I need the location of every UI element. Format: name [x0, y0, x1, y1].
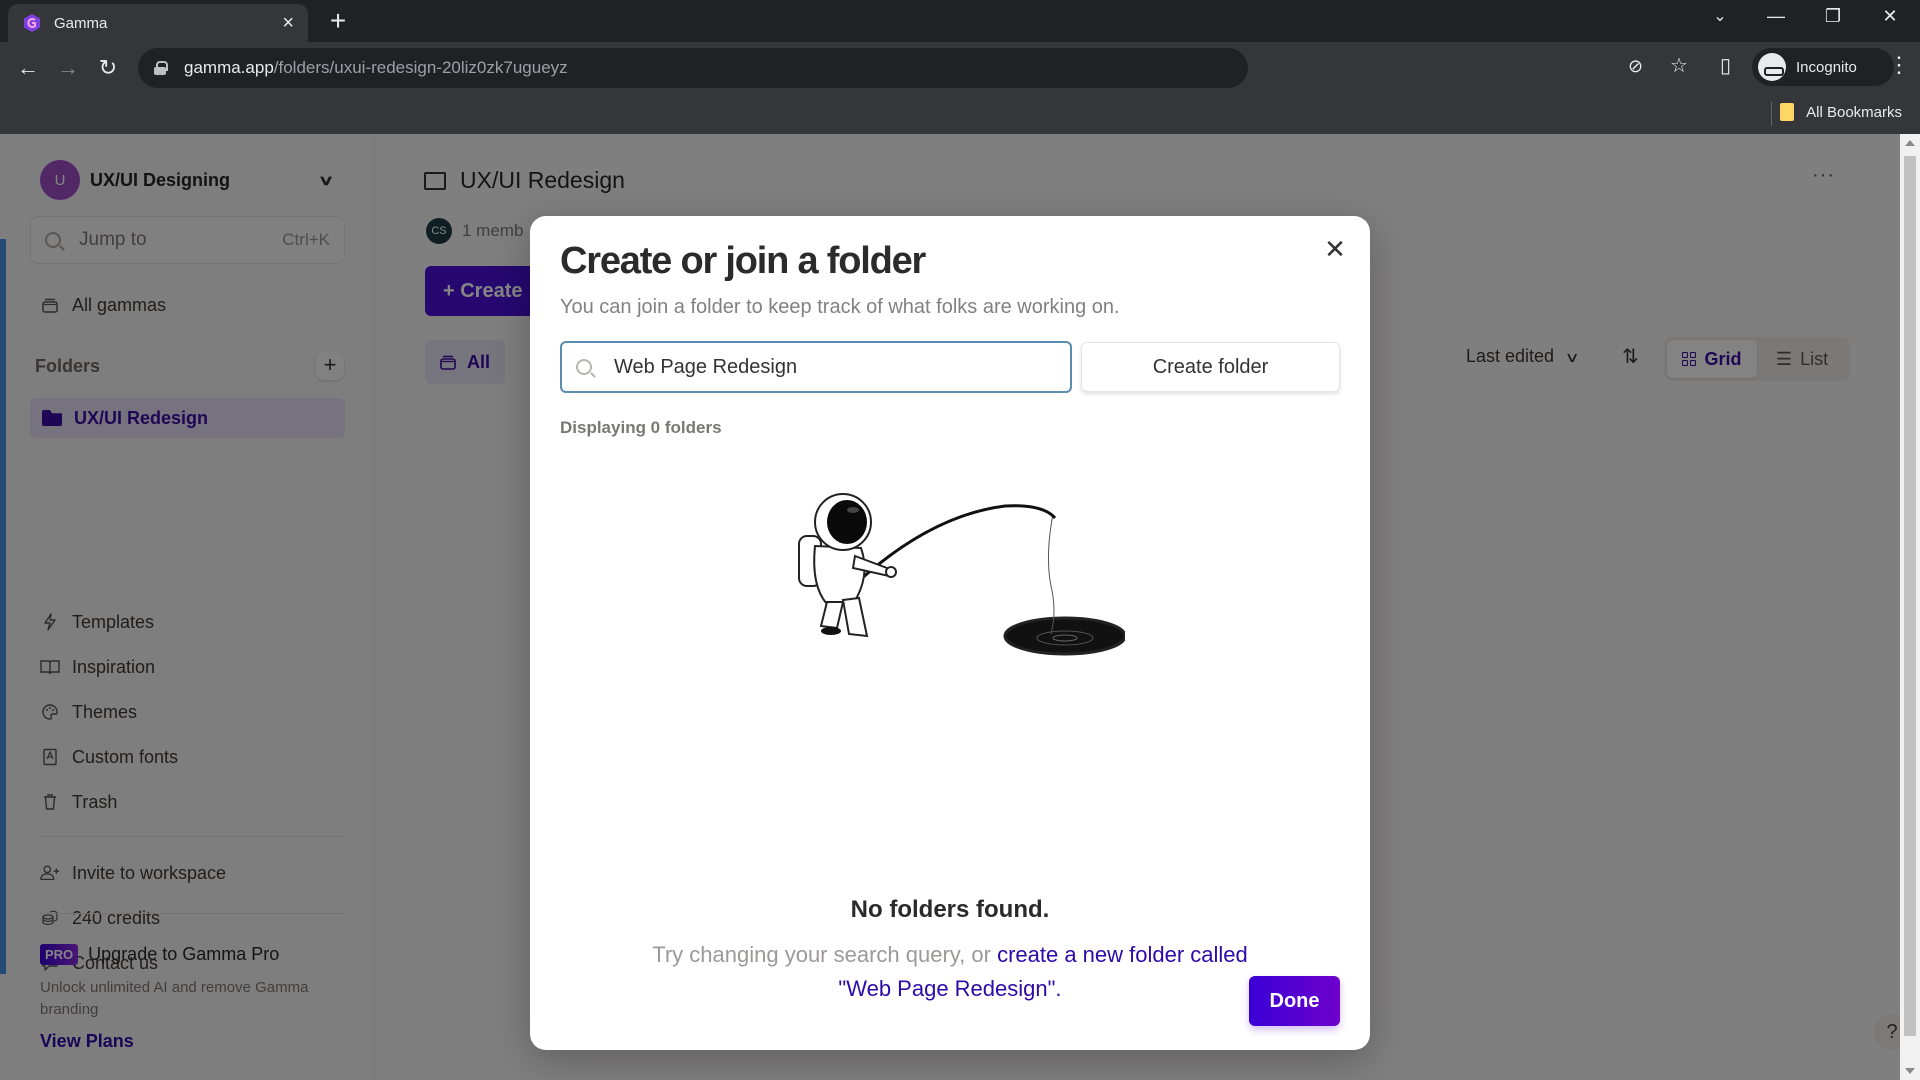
bookmark-star-icon[interactable]: ☆	[1670, 53, 1688, 78]
browser-menu-icon[interactable]: ⋮	[1888, 52, 1910, 78]
browser-tab-strip: Gamma × + ⌄ — ❐ ✕	[0, 0, 1920, 42]
lock-icon	[154, 61, 168, 75]
astronaut-fishing-illustration	[798, 493, 1125, 656]
dialog-title: Create or join a folder	[560, 240, 926, 282]
empty-state-hint: Try changing your search query, or	[652, 942, 998, 967]
done-button[interactable]: Done	[1249, 976, 1340, 1026]
new-tab-button[interactable]: +	[324, 7, 352, 36]
profile-label: Incognito	[1796, 58, 1857, 76]
back-icon[interactable]: ←	[14, 54, 42, 82]
scroll-up-arrow-icon[interactable]	[1905, 140, 1915, 146]
tab-close-icon[interactable]: ×	[282, 13, 294, 33]
forward-icon[interactable]: →	[54, 54, 82, 82]
search-icon	[576, 359, 592, 375]
gamma-favicon-icon	[24, 14, 40, 32]
tab-search-icon[interactable]: ⌄	[1700, 6, 1740, 26]
empty-state-description: Try changing your search query, or creat…	[640, 938, 1260, 1006]
restore-icon[interactable]: ❐	[1813, 6, 1853, 27]
bookmark-folder-icon	[1780, 103, 1795, 121]
incognito-profile-chip[interactable]: Incognito	[1752, 48, 1894, 86]
folder-search-input[interactable]	[614, 355, 1054, 379]
page-scrollbar[interactable]	[1900, 134, 1920, 1080]
empty-state-title: No folders found.	[850, 896, 1050, 923]
url-host: gamma.app	[184, 58, 274, 77]
tracking-protection-eye-off-icon[interactable]: ⊘	[1628, 56, 1643, 77]
browser-tab[interactable]: Gamma ×	[8, 4, 308, 42]
all-bookmarks-label: All Bookmarks	[1806, 103, 1902, 121]
create-folder-button[interactable]: Create folder	[1081, 342, 1340, 392]
bookmarks-bar: All Bookmarks	[0, 94, 1920, 134]
bookmarks-divider	[1771, 102, 1772, 126]
incognito-icon	[1758, 53, 1786, 81]
folder-count-label: Displaying 0 folders	[560, 418, 722, 437]
scroll-down-arrow-icon[interactable]	[1905, 1068, 1915, 1074]
gamma-app: U UX/UI Designing ∨ Jump to Ctrl+K All g…	[0, 134, 1920, 1080]
all-bookmarks-button[interactable]: All Bookmarks	[1780, 103, 1902, 121]
tab-title: Gamma	[54, 14, 108, 32]
window-close-icon[interactable]: ✕	[1870, 6, 1910, 27]
side-panel-icon[interactable]: ▯	[1720, 53, 1731, 78]
url-path: /folders/uxui-redesign-20liz0zk7ugueyz	[273, 58, 568, 77]
close-icon[interactable]: ✕	[1320, 234, 1350, 264]
address-bar[interactable]: gamma.app/folders/uxui-redesign-20liz0zk…	[138, 48, 1248, 88]
reload-icon[interactable]: ↻	[94, 54, 122, 82]
folder-search-field[interactable]	[560, 341, 1072, 393]
scrollbar-thumb[interactable]	[1904, 156, 1916, 1036]
create-join-folder-dialog: Create or join a folder ✕ You can join a…	[530, 216, 1370, 1050]
dialog-subtitle: You can join a folder to keep track of w…	[560, 296, 1120, 318]
minimize-icon[interactable]: —	[1756, 6, 1796, 27]
browser-toolbar: ← → ↻ gamma.app/folders/uxui-redesign-20…	[0, 42, 1920, 94]
